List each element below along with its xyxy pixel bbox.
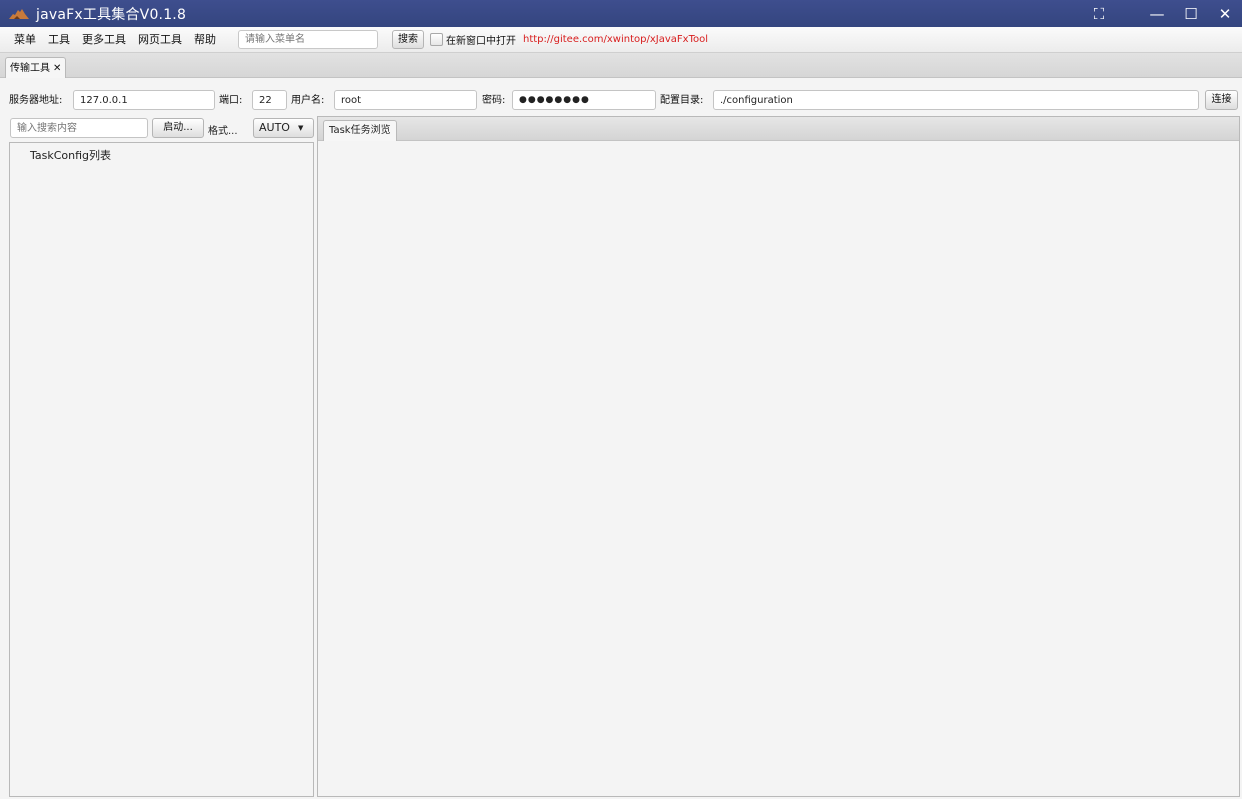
- config-dir-input[interactable]: [713, 90, 1199, 110]
- menu-item-help[interactable]: 帮助: [188, 27, 222, 53]
- menu-search-input[interactable]: [238, 30, 378, 49]
- window-controls: ⛶ — ☐ ✕: [1082, 0, 1242, 27]
- start-button[interactable]: 启动...: [152, 118, 204, 138]
- tree-item-task-config[interactable]: TaskConfig列表: [30, 147, 111, 163]
- port-label: 端口:: [219, 95, 243, 106]
- app-logo-icon: [9, 8, 29, 19]
- username-input[interactable]: [334, 90, 477, 110]
- username-label: 用户名:: [291, 95, 325, 106]
- close-icon[interactable]: ✕: [1208, 0, 1242, 27]
- maximize-icon[interactable]: ☐: [1174, 0, 1208, 27]
- format-select-value: AUTO: [259, 121, 290, 134]
- window-title: javaFx工具集合V0.1.8: [36, 6, 187, 23]
- tab-label: 传输工具: [10, 62, 50, 74]
- menu-item-tools[interactable]: 工具: [42, 27, 76, 53]
- menu-item-menu[interactable]: 菜单: [8, 27, 42, 53]
- open-new-window-label: 在新窗口中打开: [446, 36, 516, 47]
- task-config-tree[interactable]: TaskConfig列表: [9, 142, 314, 797]
- connection-config-row: 服务器地址: 端口: 用户名: 密码: ●●●●●●●● 配置目录: 连接: [0, 86, 1242, 112]
- task-browser-panel: Task任务浏览: [317, 116, 1240, 797]
- task-config-panel: 启动... 格式... AUTO ▼ TaskConfig列表: [8, 116, 314, 798]
- menu-bar: 菜单 工具 更多工具 网页工具 帮助 搜索 在新窗口中打开 http://git…: [0, 27, 1242, 53]
- open-new-window-checkbox[interactable]: [430, 33, 443, 46]
- server-address-label: 服务器地址:: [9, 95, 63, 106]
- port-input[interactable]: [252, 90, 287, 110]
- format-select[interactable]: AUTO ▼: [253, 118, 314, 138]
- fullscreen-icon[interactable]: ⛶: [1082, 0, 1116, 27]
- menu-search-button[interactable]: 搜索: [392, 30, 424, 49]
- format-label: 格式...: [208, 126, 238, 137]
- task-search-input[interactable]: [10, 118, 148, 138]
- minimize-icon[interactable]: —: [1140, 0, 1174, 27]
- project-link[interactable]: http://gitee.com/xwintop/xJavaFxTool: [523, 34, 708, 45]
- chevron-down-icon: ▼: [297, 124, 304, 132]
- password-label: 密码:: [482, 95, 506, 106]
- menu-item-more-tools[interactable]: 更多工具: [76, 27, 132, 53]
- title-bar: javaFx工具集合V0.1.8 ⛶ — ☐ ✕: [0, 0, 1242, 27]
- tool-tab-bar: 传输工具 ✕: [0, 53, 1242, 78]
- tab-transfer-tool[interactable]: 传输工具 ✕: [5, 57, 67, 78]
- password-input[interactable]: ●●●●●●●●: [512, 90, 656, 110]
- connect-button[interactable]: 连接: [1205, 90, 1238, 110]
- tab-task-browser[interactable]: Task任务浏览: [323, 120, 397, 141]
- task-browser-tab-bar: Task任务浏览: [318, 117, 1239, 141]
- tab-close-icon[interactable]: ✕: [53, 59, 61, 78]
- menu-item-web-tools[interactable]: 网页工具: [132, 27, 188, 53]
- config-dir-label: 配置目录:: [660, 95, 704, 106]
- server-address-input[interactable]: [73, 90, 215, 110]
